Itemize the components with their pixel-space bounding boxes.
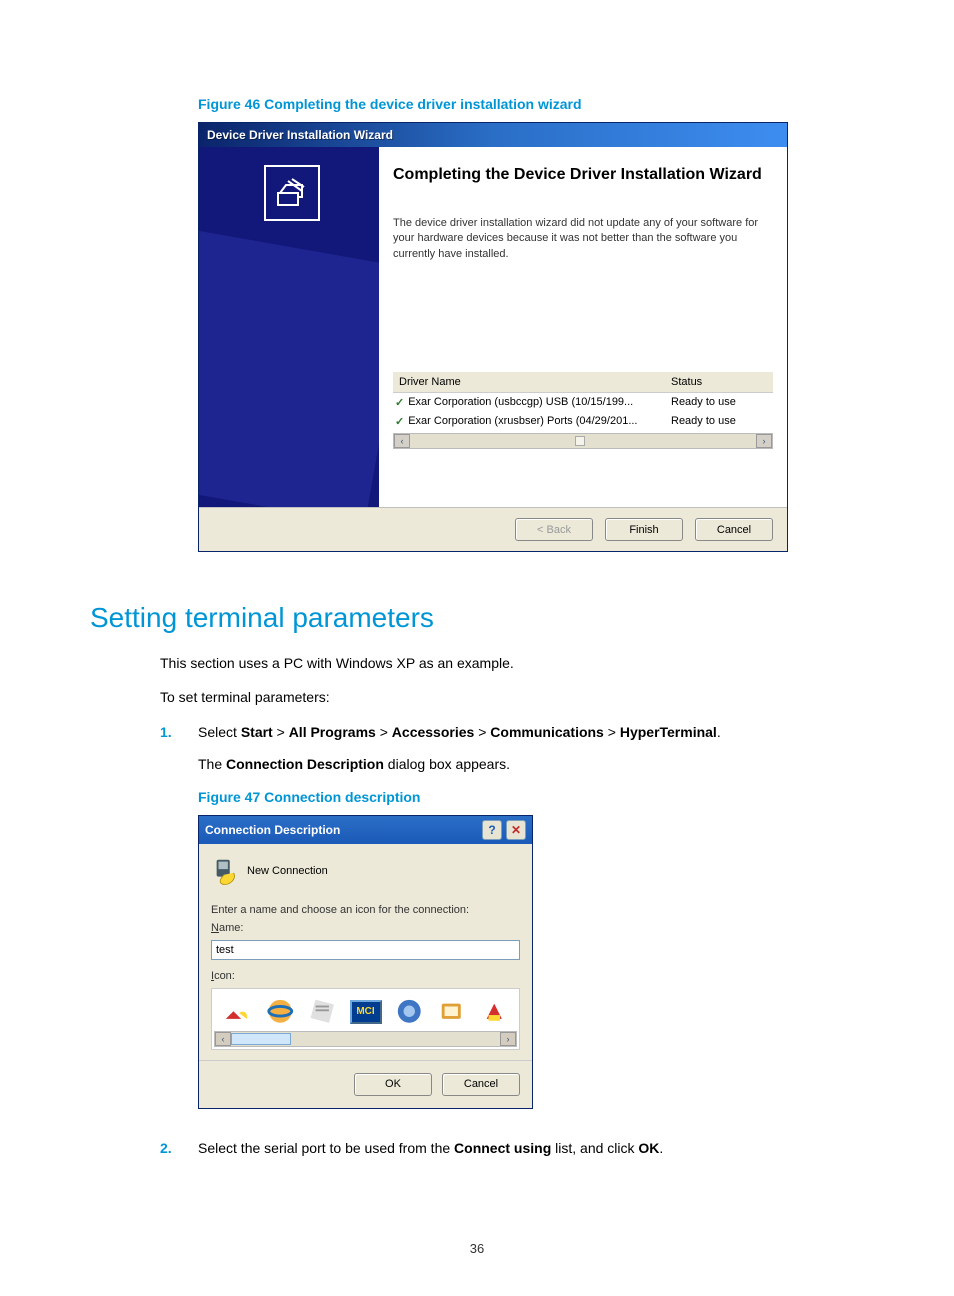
driver-table-header: Driver Name Status <box>393 372 773 393</box>
driver-name-cell: Exar Corporation (xrusbser) Ports (04/29… <box>408 415 671 427</box>
scroll-thumb[interactable] <box>231 1033 291 1045</box>
checkmark-icon: ✓ <box>395 415 404 428</box>
accessories-label: Accessories <box>392 724 475 740</box>
driver-table-scrollbar[interactable]: ‹ › <box>393 433 773 449</box>
to-set-paragraph: To set terminal parameters: <box>160 688 864 708</box>
driver-name-cell: Exar Corporation (usbccgp) USB (10/15/19… <box>408 396 671 408</box>
connection-icon-7[interactable] <box>479 995 510 1029</box>
scroll-left-icon[interactable]: ‹ <box>394 434 410 448</box>
text: Select <box>198 724 241 740</box>
icon-picker: MCI ‹ › <box>211 988 520 1050</box>
finish-button[interactable]: Finish <box>605 518 683 541</box>
scroll-thumb[interactable] <box>575 436 585 446</box>
wizard-right-panel: Completing the Device Driver Installatio… <box>379 147 787 507</box>
table-row: ✓ Exar Corporation (usbccgp) USB (10/15/… <box>393 393 773 412</box>
table-row: ✓ Exar Corporation (xrusbser) Ports (04/… <box>393 412 773 431</box>
cancel-button[interactable]: Cancel <box>695 518 773 541</box>
wizard-button-row: < Back Finish Cancel <box>199 507 787 551</box>
text: > <box>273 724 289 740</box>
help-button[interactable]: ? <box>482 820 502 840</box>
connection-icon-3[interactable] <box>307 995 338 1029</box>
text: ame: <box>219 922 243 934</box>
text: The <box>198 756 226 772</box>
prompt-label: Enter a name and choose an icon for the … <box>211 904 520 916</box>
header-status: Status <box>671 376 771 388</box>
text: dialog box appears. <box>384 756 510 772</box>
name-label: Name: <box>211 922 520 934</box>
step-1: 1. Select Start > All Programs > Accesso… <box>160 721 864 743</box>
name-input[interactable] <box>211 940 520 960</box>
connection-icon-1[interactable] <box>222 995 253 1029</box>
connect-using-label: Connect using <box>454 1140 551 1156</box>
text: N <box>211 922 219 934</box>
section-heading: Setting terminal parameters <box>90 602 864 634</box>
header-driver-name: Driver Name <box>395 376 671 388</box>
hyperterminal-label: HyperTerminal <box>620 724 717 740</box>
wizard-left-panel <box>199 147 379 507</box>
step-2: 2. Select the serial port to be used fro… <box>160 1137 864 1159</box>
figure47-caption: Figure 47 Connection description <box>198 789 864 805</box>
connection-icon-5[interactable] <box>394 995 425 1029</box>
cancel-button[interactable]: Cancel <box>442 1073 520 1096</box>
connection-button-row: OK Cancel <box>199 1060 532 1108</box>
checkmark-icon: ✓ <box>395 396 404 409</box>
icon-strip: MCI <box>214 991 517 1031</box>
icon-scrollbar[interactable]: ‹ › <box>214 1031 517 1047</box>
ok-button[interactable]: OK <box>354 1073 432 1096</box>
page-number: 36 <box>0 1241 954 1256</box>
wizard-heading: Completing the Device Driver Installatio… <box>393 165 773 186</box>
back-button: < Back <box>515 518 593 541</box>
text: . <box>717 724 721 740</box>
step-text: Select the serial port to be used from t… <box>198 1137 864 1159</box>
connection-description-label: Connection Description <box>226 756 384 772</box>
new-connection-row: New Connection <box>211 856 520 886</box>
wizard-titlebar: Device Driver Installation Wizard <box>199 123 787 147</box>
driver-status-cell: Ready to use <box>671 396 771 408</box>
text: > <box>604 724 620 740</box>
figure46-caption: Figure 46 Completing the device driver i… <box>198 96 864 112</box>
text: list, and click <box>551 1140 638 1156</box>
text: Select the serial port to be used from t… <box>198 1140 454 1156</box>
text: . <box>659 1140 663 1156</box>
step-text: Select Start > All Programs > Accessorie… <box>198 721 864 743</box>
text: > <box>376 724 392 740</box>
mci-icon: MCI <box>350 1000 382 1024</box>
phone-icon <box>211 856 241 886</box>
connection-icon-2[interactable] <box>265 995 296 1029</box>
wizard-description: The device driver installation wizard di… <box>393 216 773 262</box>
scroll-right-icon[interactable]: › <box>500 1032 516 1046</box>
wizard-body: Completing the Device Driver Installatio… <box>199 147 787 507</box>
step-number: 1. <box>160 721 198 743</box>
connection-description-window: Connection Description ? ✕ New Connectio… <box>198 815 533 1109</box>
driver-status-cell: Ready to use <box>671 415 771 427</box>
communications-label: Communications <box>490 724 604 740</box>
text: > <box>474 724 490 740</box>
wizard-bg-shape <box>199 230 379 507</box>
driver-icon <box>264 165 320 221</box>
connection-title-text: Connection Description <box>205 823 340 837</box>
connection-titlebar: Connection Description ? ✕ <box>199 816 532 844</box>
icon-label: Icon: <box>211 970 520 982</box>
close-button[interactable]: ✕ <box>506 820 526 840</box>
intro-paragraph: This section uses a PC with Windows XP a… <box>160 654 864 674</box>
connection-icon-4[interactable]: MCI <box>350 995 382 1029</box>
scroll-left-icon[interactable]: ‹ <box>215 1032 231 1046</box>
new-connection-label: New Connection <box>247 865 328 877</box>
connection-body: New Connection Enter a name and choose a… <box>199 844 532 1060</box>
step-number: 2. <box>160 1137 198 1159</box>
all-programs-label: All Programs <box>289 724 376 740</box>
start-label: Start <box>241 724 273 740</box>
ok-label: OK <box>638 1140 659 1156</box>
step1-sub: The Connection Description dialog box ap… <box>198 754 864 775</box>
connection-icon-6[interactable] <box>436 995 467 1029</box>
scroll-right-icon[interactable]: › <box>756 434 772 448</box>
text: con: <box>214 970 235 982</box>
wizard-window: Device Driver Installation Wizard Comple… <box>198 122 788 552</box>
